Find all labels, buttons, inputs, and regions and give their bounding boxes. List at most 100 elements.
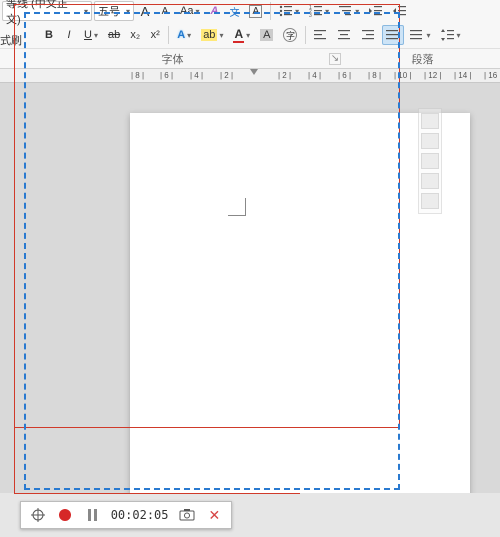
line-spacing-button[interactable]: ▾ [437,25,465,45]
recorder-pause-button[interactable] [83,506,100,524]
chevron-down-icon: ▾ [126,7,130,16]
highlight-icon: ab [201,29,217,41]
align-justify-button[interactable] [382,25,404,45]
document-workarea [0,83,500,493]
floating-style-palette[interactable] [418,108,442,214]
increase-indent-icon [393,5,407,17]
font-name-combo[interactable]: 等线 (中文正文) ▾ [2,1,92,21]
distribute-icon [410,29,424,41]
font-name-value: 等线 (中文正文) [6,0,82,27]
chevron-down-icon: ▾ [325,7,329,16]
clear-format-button[interactable]: A [205,1,223,21]
palette-item[interactable] [421,113,439,129]
recorder-target-button[interactable] [29,506,46,524]
chevron-down-icon: ▾ [94,31,98,40]
ribbon-row-2: B I U▾ ab x₂ x² A▾ ab▾ A▾ A 字 ▾ ▾ [0,22,500,48]
palette-item[interactable] [421,133,439,149]
char-shading-button[interactable]: A [256,25,277,45]
crosshair-icon [31,508,45,522]
align-right-button[interactable] [358,25,380,45]
chevron-down-icon: ▾ [195,7,199,16]
separator [270,2,271,20]
chevron-down-icon: ▾ [426,31,430,40]
increase-font-button[interactable]: A [136,1,154,21]
numbering-button[interactable]: 123 ▾ [305,1,333,21]
chevron-down-icon: ▾ [246,31,250,40]
phonetic-icon: 文 [229,4,239,19]
recorder-close-button[interactable]: ✕ [206,506,223,524]
text-cursor [228,198,246,216]
bullets-button[interactable]: ▾ [275,1,303,21]
chevron-down-icon: ▾ [84,7,88,16]
chevron-down-icon: ▾ [187,31,191,40]
decrease-indent-button[interactable] [365,1,387,21]
italic-button[interactable]: I [60,25,78,45]
svg-text:3: 3 [309,13,312,17]
char-border-button[interactable]: A [245,1,266,21]
horizontal-ruler[interactable]: | 8 | | 6 | | 4 | | 2 | | 2 | | 4 | | 6 … [0,69,500,83]
line-spacing-icon [441,29,455,41]
highlight-button[interactable]: ab▾ [197,25,227,45]
decrease-font-icon: A [162,6,169,17]
pause-icon [88,509,97,521]
superscript-button[interactable]: x² [146,25,164,45]
palette-item[interactable] [421,193,439,209]
numbering-icon: 123 [309,5,323,17]
ribbon-row-1: 等线 (中文正文) ▾ 五号 ▾ A A Aa ▾ A 文 A ▾ 123 ▾ … [0,0,500,22]
multilevel-icon [339,5,353,17]
text-effects-icon: A [177,29,185,41]
align-center-icon [338,29,352,41]
strikethrough-button[interactable]: ab [104,25,124,45]
subscript-button[interactable]: x₂ [126,25,144,45]
chevron-down-icon: ▾ [295,7,299,16]
underline-button[interactable]: U▾ [80,25,102,45]
align-left-icon [314,29,328,41]
font-size-value: 五号 [98,3,120,19]
chevron-down-icon: ▾ [219,31,223,40]
decrease-font-button[interactable]: A [156,1,174,21]
change-case-button[interactable]: Aa ▾ [176,1,203,21]
palette-item[interactable] [421,173,439,189]
ribbon-group-labels: 字体 ↘ 段落 [0,48,500,68]
bullets-icon [279,5,293,17]
decrease-indent-icon [369,5,383,17]
font-color-button[interactable]: A▾ [229,25,254,45]
distribute-button[interactable]: ▾ [406,25,434,45]
enclose-chars-button[interactable]: 字 [279,25,301,45]
paragraph-group-label: 段落 [345,49,500,68]
close-icon: ✕ [208,507,220,524]
chevron-down-icon: ▾ [355,7,359,16]
recorder-timer: 00:02:05 [111,508,169,522]
text-effects-button[interactable]: A▾ [173,25,195,45]
increase-indent-button[interactable] [389,1,411,21]
separator [305,26,306,44]
bold-button[interactable]: B [40,25,58,45]
multilevel-list-button[interactable]: ▾ [335,1,363,21]
ruler-indent-marker[interactable] [250,69,258,75]
format-painter-label: 式刷 [0,32,22,48]
font-size-combo[interactable]: 五号 ▾ [94,1,134,21]
font-color-icon: A [233,27,244,43]
strike-icon: ab [108,29,120,41]
align-left-button[interactable] [310,25,332,45]
chevron-down-icon: ▾ [457,31,461,40]
separator [168,26,169,44]
phonetic-guide-button[interactable]: 文 [225,1,243,21]
align-justify-icon [386,29,400,41]
change-case-icon: Aa [180,5,193,17]
recorder-record-button[interactable] [56,506,73,524]
paragraph-group-text: 段落 [412,51,434,67]
screen-recorder-toolbar: 00:02:05 ✕ [20,501,232,529]
enclose-icon: 字 [283,28,297,42]
camera-icon [179,509,195,521]
italic-icon: I [67,29,70,41]
recorder-screenshot-button[interactable] [179,506,196,524]
underline-icon: U [84,29,92,41]
bold-icon: B [45,29,53,41]
font-dialog-launcher[interactable]: ↘ [329,53,341,65]
subscript-icon: x₂ [130,29,140,41]
char-border-icon: A [249,5,262,18]
palette-item[interactable] [421,153,439,169]
char-shading-icon: A [260,29,273,41]
align-center-button[interactable] [334,25,356,45]
